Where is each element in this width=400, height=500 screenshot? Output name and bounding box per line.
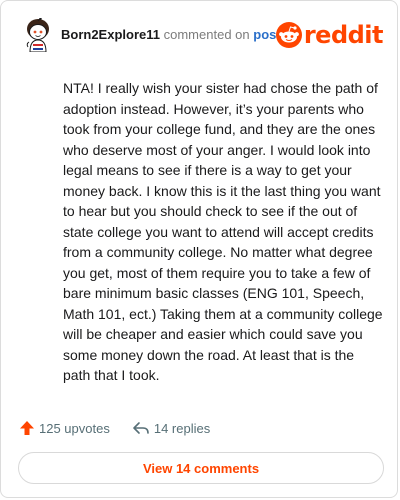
- reply-count: 14 replies: [153, 420, 211, 436]
- reddit-logo-icon: [275, 22, 302, 48]
- snoo-avatar-icon: [26, 17, 49, 53]
- upvote-count: 125 upvotes: [39, 420, 110, 436]
- username[interactable]: Born2Explore11: [61, 27, 160, 42]
- upvote-stat[interactable]: 125 upvotes: [19, 420, 110, 436]
- comment-stats: 125 upvotes 14 replies: [19, 417, 210, 439]
- comment-card: Born2Explore11 commented on post reddit …: [0, 0, 398, 498]
- comment-header: Born2Explore11 commented on post reddit: [23, 17, 384, 53]
- comment-meta: Born2Explore11 commented on post: [61, 27, 281, 43]
- reply-arrow-icon: [133, 422, 149, 434]
- view-comments-button[interactable]: View 14 comments: [18, 452, 384, 484]
- reddit-brand[interactable]: reddit: [275, 21, 384, 49]
- action-text: commented on: [163, 27, 250, 42]
- comment-body: NTA! I really wish your sister had chose…: [63, 80, 383, 383]
- avatar[interactable]: [23, 17, 53, 53]
- reddit-wordmark: reddit: [303, 21, 384, 49]
- upvote-arrow-icon: [20, 421, 34, 435]
- reply-stat[interactable]: 14 replies: [132, 420, 210, 436]
